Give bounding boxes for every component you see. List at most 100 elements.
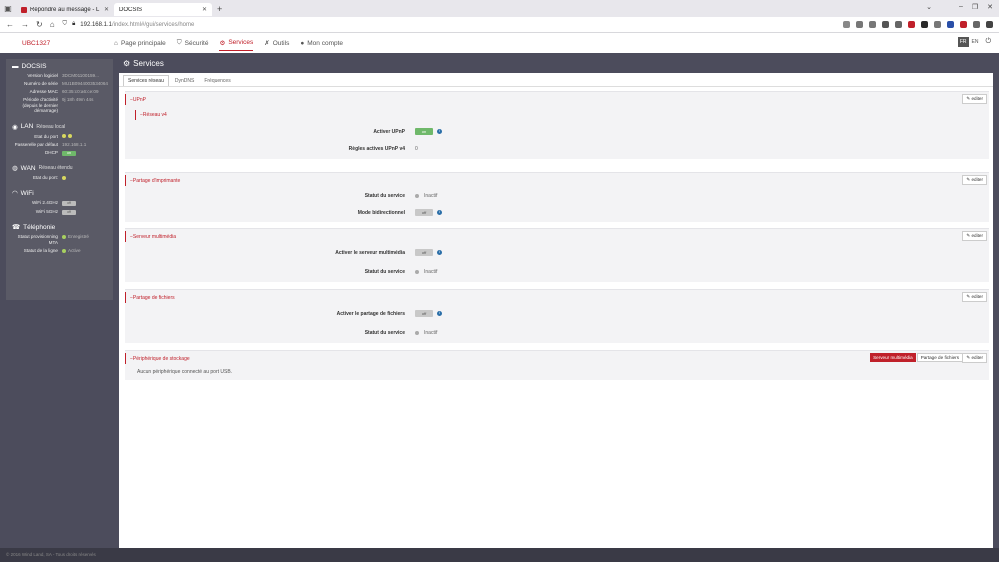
- library-icon[interactable]: [882, 21, 889, 28]
- media-header[interactable]: − Serveur multimédia ✎ editer: [125, 231, 989, 242]
- upnp-enable-row: Activer UPnP on i: [125, 128, 442, 135]
- nav-page-principale[interactable]: ⌂ Page principale: [114, 36, 166, 51]
- nav-securite[interactable]: ⛉ Sécurité: [177, 36, 209, 51]
- menu-icon[interactable]: [986, 21, 993, 28]
- site-header: UBC1327 ⌂ Page principale ⛉ Sécurité ⚙ Serv…: [0, 33, 999, 53]
- upnp-panel: − UPnP ✎ editer − Réseau v4 Activer UPnP…: [125, 91, 989, 159]
- upnp-edit-button[interactable]: ✎ editer: [962, 94, 987, 104]
- files-edit-button[interactable]: ✎ editer: [962, 292, 987, 302]
- status-dot: [415, 270, 419, 274]
- puzzle-icon[interactable]: [973, 21, 980, 28]
- reseau-v4-header[interactable]: − Réseau v4: [135, 110, 989, 120]
- device-name: UBC1327: [22, 39, 51, 47]
- home-icon[interactable]: ⌂: [50, 20, 55, 29]
- files-status-row: Statut du service Inactif: [364, 330, 438, 336]
- tab-list-icon[interactable]: ▣: [0, 4, 16, 13]
- address-bar: ← → ↻ ⌂ ⛉ 🔒︎ 192.168.1.1/index.html#/gui…: [0, 17, 999, 33]
- window-controls: ⌄ – ❐ ✕: [926, 3, 993, 11]
- lang-fr-button[interactable]: FR: [957, 37, 969, 47]
- minimize-icon[interactable]: –: [959, 3, 963, 11]
- extension-dark-icon[interactable]: [921, 21, 928, 28]
- status-dot: [415, 331, 419, 335]
- upnp-rules-row: Règles actives UPnP v4 0: [348, 146, 418, 152]
- nav-buttons: ← → ↻ ⌂: [0, 20, 55, 29]
- storage-media-button[interactable]: Serveur multimédia: [870, 353, 916, 362]
- printer-header[interactable]: − Partage d'imprimante ✎ editer: [125, 175, 989, 186]
- lan-section: ◉ LAN Réseau local Etat du port Passerelle…: [12, 123, 87, 156]
- wifi-5-toggle[interactable]: off: [62, 209, 76, 215]
- extension-blue-icon[interactable]: [947, 21, 954, 28]
- bidir-toggle[interactable]: off: [415, 209, 433, 216]
- dhcp-toggle[interactable]: on: [62, 150, 76, 156]
- browser-tab-1[interactable]: Répondre au message - L ✕: [16, 3, 114, 16]
- docsis-section: ▬ DOCSIS Version logiciel 3DCM01100159... …: [12, 63, 108, 114]
- storage-buttons: Serveur multimédia Partage de fichiers: [870, 353, 963, 362]
- account-icon[interactable]: [856, 21, 863, 28]
- info-icon[interactable]: i: [437, 129, 442, 134]
- media-enable-row: Activer le serveur multimédia off i: [125, 249, 442, 256]
- nav-services[interactable]: ⚙ Services: [219, 36, 254, 51]
- lang-en-button[interactable]: EN: [972, 39, 979, 45]
- nav-outils[interactable]: ✗ Outils: [264, 36, 289, 51]
- gears-icon: ⚙: [123, 58, 131, 68]
- extension-icon[interactable]: [934, 21, 941, 28]
- storage-header[interactable]: − Périphérique de stockage Serveur multi…: [125, 353, 989, 364]
- server-icon: ▬: [12, 63, 19, 70]
- printer-edit-button[interactable]: ✎ editer: [962, 175, 987, 185]
- footer: © 2016 Wind Land, SA - Tous droits réser…: [0, 548, 999, 562]
- reload-icon[interactable]: ↻: [36, 20, 43, 29]
- port-status-dot: [62, 176, 66, 181]
- browser-tab-2[interactable]: DOCSIS ✕: [114, 3, 212, 16]
- printer-panel: − Partage d'imprimante ✎ editer Statut d…: [125, 172, 989, 222]
- port-status-dot: [62, 134, 66, 139]
- home-icon: ⌂: [114, 39, 118, 47]
- files-panel: − Partage de fichiers ✎ editer Activer l…: [125, 289, 989, 343]
- globe-icon: ◍: [12, 165, 18, 173]
- nav-mon-compte[interactable]: ● Mon compte: [300, 36, 343, 51]
- close-window-icon[interactable]: ✕: [987, 3, 993, 11]
- telephony-section: ☎ Téléphonie Statut provisionning MTA Enre…: [12, 223, 89, 254]
- services-content: ⚙ Services Services réseau DynDNS Fréquen…: [119, 53, 993, 548]
- extension-red-icon[interactable]: [908, 21, 915, 28]
- language-switch: FR EN ⏻: [957, 37, 991, 47]
- storage-panel: − Périphérique de stockage Serveur multi…: [125, 350, 989, 380]
- info-icon[interactable]: i: [437, 210, 442, 215]
- back-icon[interactable]: ←: [6, 20, 14, 29]
- files-header[interactable]: − Partage de fichiers ✎ editer: [125, 292, 989, 303]
- chevron-down-icon[interactable]: ⌄: [926, 3, 932, 11]
- subtabs: Services réseau DynDNS Fréquences: [119, 75, 993, 87]
- history-icon[interactable]: [895, 21, 902, 28]
- extension-red-icon[interactable]: [960, 21, 967, 28]
- restore-icon[interactable]: ❐: [972, 3, 978, 11]
- network-icon: ◉: [12, 123, 18, 131]
- status-sidebar: ▬ DOCSIS Version logiciel 3DCM01100159... …: [6, 59, 113, 300]
- close-icon[interactable]: ✕: [202, 6, 207, 13]
- storage-files-button[interactable]: Partage de fichiers: [916, 353, 963, 362]
- info-icon[interactable]: i: [437, 250, 442, 255]
- new-tab-icon[interactable]: +: [212, 4, 227, 14]
- star-icon[interactable]: [843, 21, 850, 28]
- wan-section: ◍ WAN Réseau étendu Etat du port:: [12, 164, 73, 181]
- app-body: ▬ DOCSIS Version logiciel 3DCM01100159... …: [0, 53, 999, 548]
- storage-message: Aucun périphérique connecté au port USB.: [137, 369, 233, 375]
- upnp-toggle[interactable]: on: [415, 128, 433, 135]
- printer-bidir-row: Mode bidirectionnel off i: [125, 209, 442, 216]
- wifi-24-toggle[interactable]: off: [62, 201, 76, 207]
- close-icon[interactable]: ✕: [104, 6, 109, 13]
- media-toggle[interactable]: off: [415, 249, 433, 256]
- power-icon[interactable]: ⏻: [985, 38, 991, 46]
- url-path: /index.html#/gui/services/home: [111, 21, 195, 28]
- tab-frequences[interactable]: Fréquences: [200, 76, 234, 86]
- mta-status-dot: [62, 235, 66, 240]
- media-edit-button[interactable]: ✎ editer: [962, 231, 987, 241]
- forward-icon[interactable]: →: [21, 20, 29, 29]
- storage-edit-button[interactable]: ✎ editer: [962, 353, 987, 363]
- tab-dyndns[interactable]: DynDNS: [171, 76, 198, 86]
- pocket-icon[interactable]: [869, 21, 876, 28]
- tab-services-reseau[interactable]: Services réseau: [123, 75, 169, 86]
- url-field[interactable]: ⛉ 🔒︎ 192.168.1.1/index.html#/gui/service…: [63, 21, 195, 28]
- files-toggle[interactable]: off: [415, 310, 433, 317]
- info-icon[interactable]: i: [437, 311, 442, 316]
- lock-icon: 🔒︎: [72, 21, 76, 27]
- upnp-header[interactable]: − UPnP ✎ editer: [125, 94, 989, 105]
